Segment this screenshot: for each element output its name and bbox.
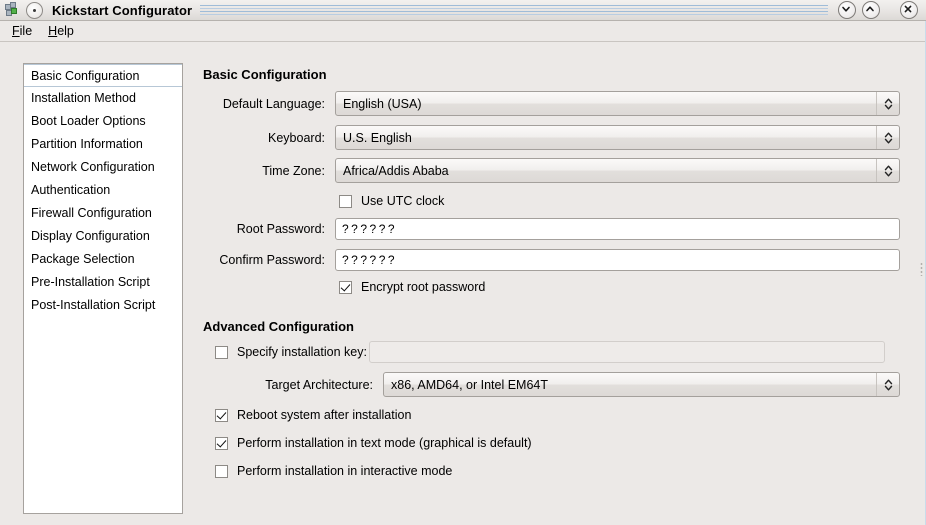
sidebar-item-installation-method[interactable]: Installation Method — [24, 87, 182, 110]
sidebar-item-basic-configuration[interactable]: Basic Configuration — [24, 64, 182, 87]
interactive-mode-install-checkbox[interactable] — [215, 464, 228, 478]
chevron-up-icon — [866, 6, 874, 12]
default-language-label: Default Language: — [222, 96, 325, 111]
title-bar: Kickstart Configurator — [0, 0, 926, 21]
time-zone-value: Africa/Addis Ababa — [343, 163, 449, 178]
window-menu-icon[interactable] — [26, 1, 43, 19]
reboot-after-install-row[interactable]: Reboot system after installation — [215, 408, 411, 422]
specify-installation-key-label: Specify installation key: — [237, 345, 367, 359]
content-pane: Basic Configuration Default Language: En… — [203, 63, 903, 518]
reboot-after-install-checkbox[interactable] — [215, 408, 228, 422]
sidebar-item-package-selection[interactable]: Package Selection — [24, 248, 182, 271]
basic-configuration-heading: Basic Configuration — [203, 67, 327, 82]
root-password-value: ?????? — [342, 222, 398, 236]
sidebar-item-label: Package Selection — [31, 252, 135, 266]
minimize-button[interactable] — [838, 1, 856, 19]
chevron-down-icon — [842, 6, 850, 12]
chevron-updown-icon — [876, 92, 899, 115]
section-list[interactable]: Basic Configuration Installation Method … — [23, 63, 183, 514]
confirm-password-label: Confirm Password: — [219, 253, 325, 267]
menu-bar: File Help — [0, 21, 926, 42]
specify-installation-key-row[interactable]: Specify installation key: — [215, 345, 367, 359]
menu-help-rest: elp — [57, 24, 74, 38]
sidebar-item-boot-loader-options[interactable]: Boot Loader Options — [24, 110, 182, 133]
interactive-mode-install-row[interactable]: Perform installation in interactive mode — [215, 464, 452, 478]
kickstart-app-icon — [4, 2, 20, 18]
sidebar-item-firewall-configuration[interactable]: Firewall Configuration — [24, 202, 182, 225]
chevron-updown-icon — [876, 373, 899, 396]
interactive-mode-install-label: Perform installation in interactive mode — [237, 464, 453, 478]
close-button[interactable] — [900, 1, 918, 19]
confirm-password-value: ?????? — [342, 253, 398, 267]
keyboard-combo[interactable]: U.S. English — [335, 125, 900, 150]
target-architecture-value: x86, AMD64, or Intel EM64T — [391, 377, 549, 392]
use-utc-clock-checkbox[interactable] — [339, 194, 352, 208]
menu-help[interactable]: Help — [40, 22, 82, 40]
keyboard-label: Keyboard: — [268, 130, 325, 145]
target-architecture-combo[interactable]: x86, AMD64, or Intel EM64T — [383, 372, 900, 397]
sidebar-item-label: Firewall Configuration — [31, 206, 152, 220]
text-mode-install-label: Perform installation in text mode (graph… — [237, 436, 532, 450]
keyboard-value: U.S. English — [343, 130, 412, 145]
sidebar-item-label: Pre-Installation Script — [31, 275, 150, 289]
sidebar-item-pre-installation-script[interactable]: Pre-Installation Script — [24, 271, 182, 294]
sidebar-item-network-configuration[interactable]: Network Configuration — [24, 156, 182, 179]
sidebar-item-post-installation-script[interactable]: Post-Installation Script — [24, 294, 182, 317]
sidebar-item-label: Authentication — [31, 183, 111, 197]
root-password-label: Root Password: — [236, 222, 325, 236]
root-password-input[interactable]: ?????? — [335, 218, 900, 240]
installation-key-input[interactable] — [368, 341, 885, 363]
sidebar-item-label: Post-Installation Script — [31, 298, 156, 312]
encrypt-root-password-label: Encrypt root password — [361, 280, 486, 294]
title-bar-stripes — [200, 3, 828, 17]
target-architecture-label: Target Architecture: — [265, 377, 373, 392]
time-zone-label: Time Zone: — [262, 163, 325, 178]
specify-installation-key-checkbox[interactable] — [215, 345, 228, 359]
default-language-value: English (USA) — [343, 96, 422, 111]
sidebar-item-partition-information[interactable]: Partition Information — [24, 133, 182, 156]
sidebar-item-label: Basic Configuration — [31, 69, 140, 83]
sidebar-item-label: Partition Information — [31, 137, 143, 151]
confirm-password-input[interactable]: ?????? — [335, 249, 900, 271]
time-zone-combo[interactable]: Africa/Addis Ababa — [335, 158, 900, 183]
use-utc-clock-row[interactable]: Use UTC clock — [339, 194, 444, 208]
sidebar-item-authentication[interactable]: Authentication — [24, 179, 182, 202]
maximize-button[interactable] — [862, 1, 880, 19]
reboot-after-install-label: Reboot system after installation — [237, 408, 412, 422]
text-mode-install-row[interactable]: Perform installation in text mode (graph… — [215, 436, 532, 450]
menu-help-mnemonic: H — [48, 24, 58, 38]
sidebar-item-label: Installation Method — [31, 91, 136, 105]
sidebar-item-label: Network Configuration — [31, 160, 155, 174]
sidebar-item-label: Display Configuration — [31, 229, 150, 243]
close-icon — [904, 5, 912, 13]
menu-file-rest: ile — [19, 24, 33, 38]
chevron-updown-icon — [876, 159, 899, 182]
sidebar-item-label: Boot Loader Options — [31, 114, 146, 128]
text-mode-install-checkbox[interactable] — [215, 436, 228, 450]
resize-grip[interactable] — [920, 262, 923, 276]
advanced-configuration-heading: Advanced Configuration — [203, 319, 354, 334]
chevron-updown-icon — [876, 126, 899, 149]
encrypt-root-password-checkbox[interactable] — [339, 280, 352, 294]
default-language-combo[interactable]: English (USA) — [335, 91, 900, 116]
window-title: Kickstart Configurator — [52, 2, 193, 18]
menu-file[interactable]: File — [4, 22, 40, 40]
menu-file-mnemonic: F — [12, 24, 20, 38]
sidebar-item-display-configuration[interactable]: Display Configuration — [24, 225, 182, 248]
encrypt-root-password-row[interactable]: Encrypt root password — [339, 280, 485, 294]
use-utc-clock-label: Use UTC clock — [361, 194, 445, 208]
